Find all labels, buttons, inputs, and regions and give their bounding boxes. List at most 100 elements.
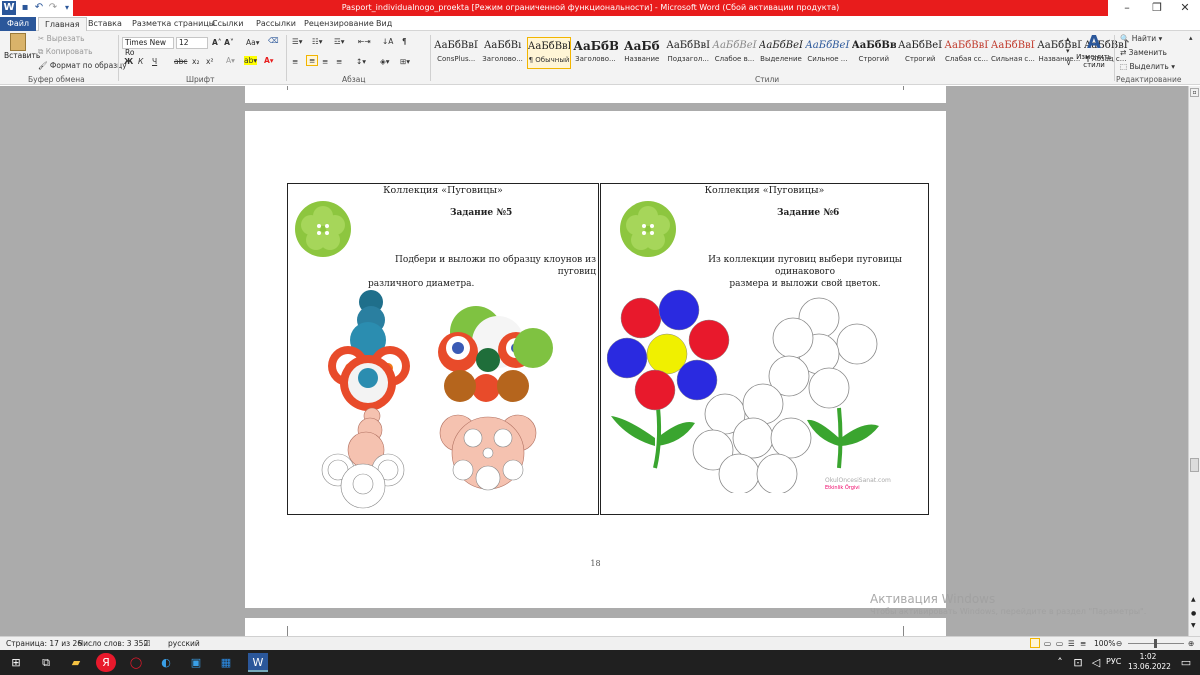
tray-chevron-icon[interactable]: ˄: [1050, 653, 1070, 672]
style-item[interactable]: АаБбВеГ Сильное ...: [805, 37, 849, 69]
scroll-thumb[interactable]: [1190, 458, 1199, 472]
spellcheck-icon[interactable]: ☑: [144, 637, 151, 650]
style-item[interactable]: АаБбВ Заголово...: [573, 37, 617, 69]
outline-view-icon[interactable]: ☰: [1068, 637, 1075, 650]
numbering-icon[interactable]: ☷▾: [312, 37, 323, 46]
style-item[interactable]: АаБбВвГ ¶ Обычный: [526, 37, 572, 69]
volume-icon[interactable]: ◁: [1086, 653, 1106, 672]
app-icon[interactable]: ▣: [186, 653, 206, 672]
redo-icon[interactable]: ↷: [46, 1, 60, 15]
input-language[interactable]: РУС: [1106, 657, 1121, 666]
fullscreen-view-icon[interactable]: ▭: [1044, 637, 1051, 650]
underline-button[interactable]: Ч: [152, 57, 157, 66]
paste-button[interactable]: Вставить: [4, 33, 40, 69]
style-item[interactable]: АаБбВвГг Слабая сс...: [944, 37, 988, 69]
draft-view-icon[interactable]: ≡: [1080, 637, 1086, 650]
subscript-button[interactable]: x₂: [192, 57, 199, 66]
opera-icon[interactable]: ◯: [126, 653, 146, 672]
prev-page-icon[interactable]: ▲: [1191, 596, 1196, 603]
style-item[interactable]: АаБбВвI Подзагол...: [666, 37, 710, 69]
word-count[interactable]: Число слов: 3 352: [78, 637, 148, 650]
italic-button[interactable]: К: [138, 57, 143, 66]
tab-review[interactable]: Рецензирование: [298, 17, 380, 31]
style-item[interactable]: АаБбВвГі Сильная с...: [991, 37, 1035, 69]
task-view-icon[interactable]: ⧉: [36, 653, 56, 672]
print-layout-icon[interactable]: [1030, 638, 1040, 648]
bold-button[interactable]: Ж: [124, 57, 133, 66]
tab-file[interactable]: Файл: [0, 17, 36, 31]
indent-icon[interactable]: ⇤⇥: [358, 37, 371, 46]
clock[interactable]: 1:02 13.06.2022: [1128, 652, 1171, 672]
style-item[interactable]: АаБбВеГ Слабое в...: [712, 37, 756, 69]
language[interactable]: русский: [168, 637, 200, 650]
clear-format-icon[interactable]: ⌫: [268, 36, 279, 45]
undo-icon[interactable]: ↶: [32, 1, 46, 15]
change-styles-button[interactable]: A Изменить стили: [1076, 33, 1112, 70]
document-area[interactable]: Коллекция «Пуговицы» Задание №5 Подбери …: [0, 86, 1188, 636]
style-item[interactable]: АаБбВеГ Выделение: [759, 37, 803, 69]
close-button[interactable]: ✕: [1170, 0, 1200, 16]
network-icon[interactable]: ⊡: [1068, 653, 1088, 672]
font-color-icon[interactable]: A▾: [264, 56, 274, 65]
minimize-button[interactable]: –: [1112, 0, 1142, 16]
cut-button[interactable]: ✂ Вырезать: [38, 34, 85, 43]
replace-button[interactable]: ⇄ Заменить: [1120, 48, 1167, 57]
text-effects-icon[interactable]: A▾: [226, 56, 235, 65]
save-icon[interactable]: ▪: [18, 1, 32, 15]
document-page[interactable]: Коллекция «Пуговицы» Задание №5 Подбери …: [245, 111, 946, 608]
yandex-browser-icon[interactable]: Я: [96, 653, 116, 672]
change-case-icon[interactable]: Aa▾: [246, 38, 260, 47]
store-icon[interactable]: ▦: [216, 653, 236, 672]
browse-object-icon[interactable]: ●: [1191, 610, 1196, 617]
zoom-out-icon[interactable]: ⊖: [1116, 637, 1122, 650]
tab-references[interactable]: Ссылки: [206, 17, 249, 31]
styles-more-icon[interactable]: ⊽: [1066, 59, 1071, 67]
pilcrow-icon[interactable]: ¶: [402, 37, 407, 46]
file-explorer-icon[interactable]: ▰: [66, 653, 86, 672]
font-name-select[interactable]: Times New Ro: [122, 37, 174, 57]
style-item[interactable]: АаБбВвГ Строгий: [852, 37, 896, 69]
align-left-icon[interactable]: ≡: [292, 57, 298, 66]
zoom-slider-thumb[interactable]: [1154, 639, 1157, 648]
borders-icon[interactable]: ⊞▾: [400, 57, 410, 66]
notifications-icon[interactable]: ▭: [1176, 653, 1196, 672]
superscript-button[interactable]: x²: [206, 57, 213, 66]
start-icon[interactable]: ⊞: [6, 653, 26, 672]
highlight-icon[interactable]: ab▾: [244, 56, 258, 65]
align-center-icon[interactable]: ≡: [306, 55, 319, 66]
tab-insert[interactable]: Вставка: [82, 17, 128, 31]
style-item[interactable]: АаБб Название: [620, 37, 664, 69]
tab-home[interactable]: Главная: [38, 17, 87, 31]
styles-scroll-up-icon[interactable]: ▴: [1066, 35, 1070, 43]
format-painter-button[interactable]: 🖌 Формат по образцу: [38, 61, 127, 70]
zoom-level[interactable]: 100%: [1094, 637, 1115, 650]
vertical-scrollbar[interactable]: ▫ ▲ ● ▼: [1188, 86, 1200, 636]
tab-mailings[interactable]: Рассылки: [250, 17, 302, 31]
line-spacing-icon[interactable]: ↕▾: [356, 57, 366, 66]
shading-icon[interactable]: ◈▾: [380, 57, 390, 66]
style-item[interactable]: АаБбВеГ Строгий: [898, 37, 942, 69]
tab-view[interactable]: Вид: [370, 17, 398, 31]
word-icon[interactable]: W: [2, 1, 16, 15]
copy-button[interactable]: ⧉ Копировать: [38, 47, 93, 57]
collapse-ribbon-icon[interactable]: ▴: [1189, 34, 1193, 42]
next-page-icon[interactable]: ▼: [1191, 622, 1196, 629]
ruler-toggle-icon[interactable]: ▫: [1190, 88, 1199, 97]
edge-icon[interactable]: ◐: [156, 653, 176, 672]
align-right-icon[interactable]: ≡: [322, 57, 328, 66]
style-item[interactable]: АаБбВвГг ConsPlus...: [434, 37, 478, 69]
styles-scroll-down-icon[interactable]: ▾: [1066, 47, 1070, 55]
restore-button[interactable]: ❐: [1142, 0, 1172, 16]
grow-font-icon[interactable]: A˄ A˅: [212, 38, 234, 47]
font-size-select[interactable]: 12: [176, 37, 208, 49]
multilevel-list-icon[interactable]: ☲▾: [334, 37, 345, 46]
word-taskbar-icon[interactable]: W: [248, 653, 268, 672]
bullets-icon[interactable]: ☰▾: [292, 37, 303, 46]
qat-dropdown-icon[interactable]: ▾: [60, 1, 74, 15]
strikethrough-button[interactable]: abc: [174, 57, 187, 66]
find-button[interactable]: 🔍 Найти ▾: [1120, 34, 1162, 43]
zoom-in-icon[interactable]: ⊕: [1188, 637, 1194, 650]
style-item[interactable]: АаБбВı Заголово...: [480, 37, 524, 69]
web-layout-icon[interactable]: ▭: [1056, 637, 1063, 650]
select-button[interactable]: ⬚ Выделить ▾: [1120, 62, 1175, 71]
